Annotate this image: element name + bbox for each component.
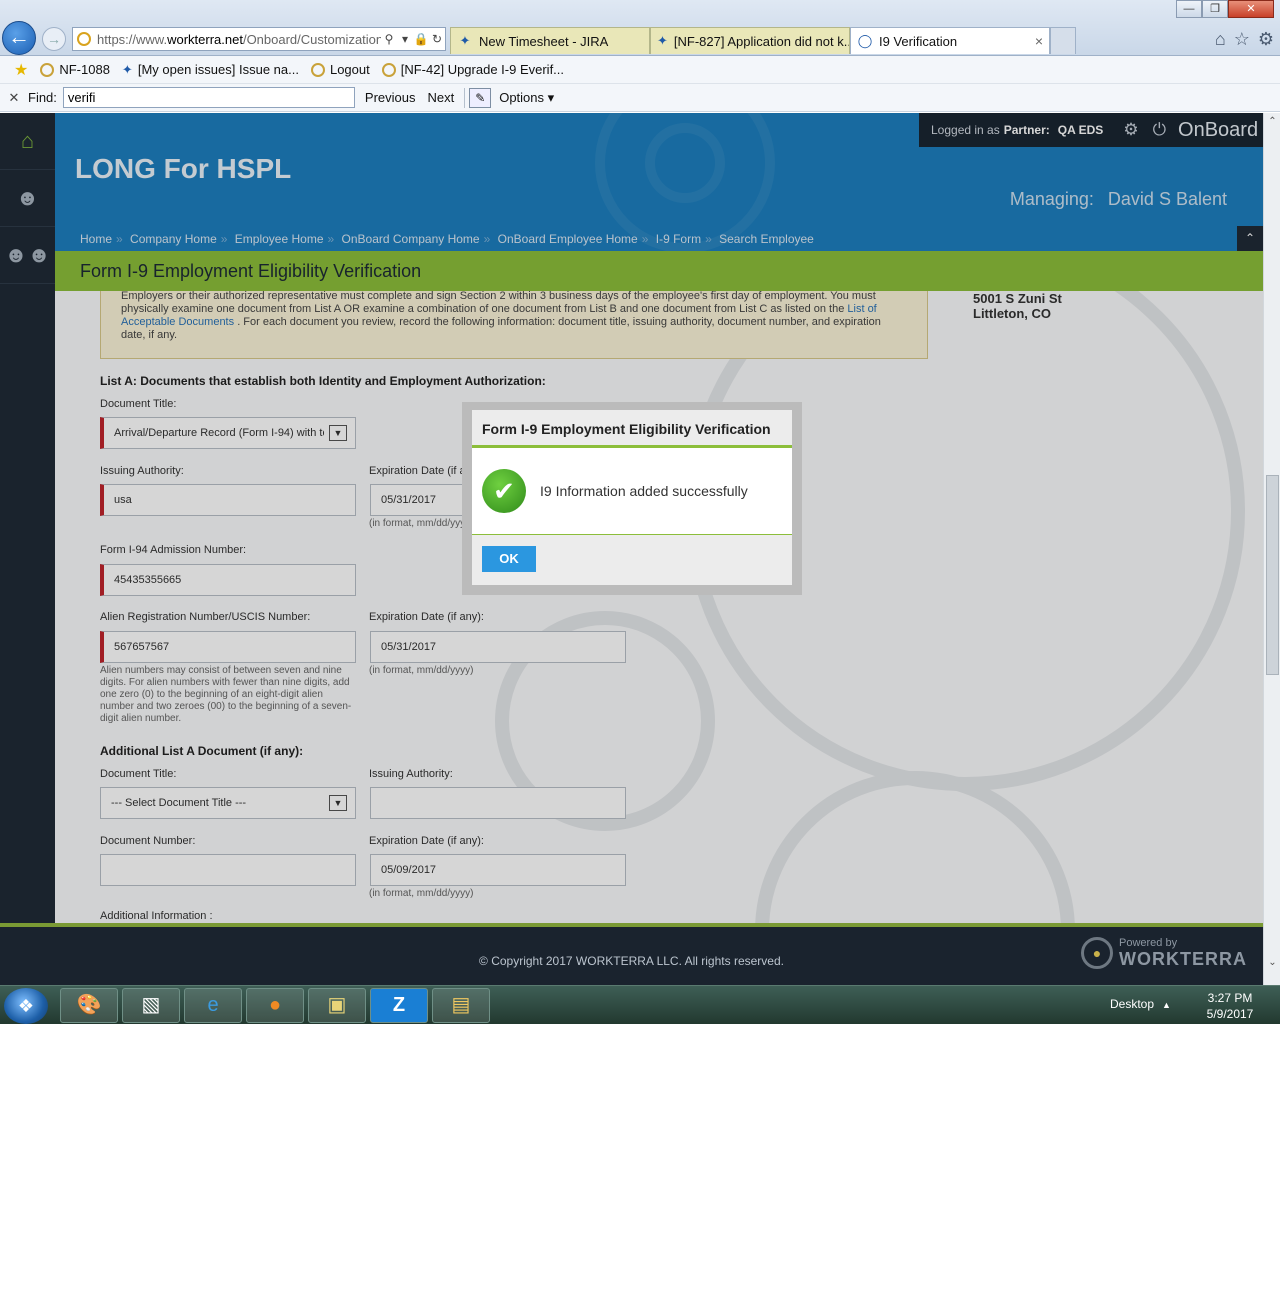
page-icon: ◯ (857, 33, 873, 48)
expand-tray-icon[interactable]: ▲ (1162, 1000, 1171, 1010)
favorite-logout[interactable]: Logout (310, 62, 370, 77)
toolbar-icons: ⌂ ☆ ⚙ (1215, 29, 1274, 50)
paint-app-icon[interactable]: 🎨 (60, 988, 118, 1023)
dialog-title: Form I-9 Employment Eligibility Verifica… (472, 410, 792, 448)
close-window-button[interactable]: ✕ (1228, 0, 1274, 18)
tab-new-timesheet[interactable]: ✦ New Timesheet - JIRA (450, 27, 650, 54)
find-label: Find: (28, 90, 57, 105)
favorite-nf-1088[interactable]: NF-1088 (40, 62, 110, 77)
scroll-up-icon[interactable]: ⌃ (1264, 113, 1280, 130)
tab-nf-827[interactable]: ✦ [NF-827] Application did not k... (650, 27, 850, 54)
close-find-icon[interactable]: ✕ (0, 90, 28, 106)
lock-icon[interactable]: 🔒 (413, 32, 429, 46)
find-input[interactable] (62, 87, 355, 108)
web-page: ⌂ ☻ ☻☻ LONG For HSPL Logged in as Partne… (0, 113, 1263, 985)
divider (464, 87, 466, 108)
screen: ← → https://www.workterra.net/Onboard/Cu… (0, 0, 1280, 1024)
dialog-message: I9 Information added successfully (540, 483, 748, 499)
favorites-add-icon[interactable]: ★ (14, 60, 28, 80)
dialog-body: ✔ I9 Information added successfully (472, 448, 792, 534)
address-bar[interactable]: https://www.workterra.net/Onboard/Custom… (72, 27, 446, 51)
favorite-my-open-issues[interactable]: ✦ [My open issues] Issue na... (122, 62, 299, 78)
site-favicon-icon (77, 32, 91, 46)
system-clock[interactable]: 3:27 PM 5/9/2017 (1200, 990, 1260, 1022)
notes-app-icon[interactable]: ▧ (122, 988, 180, 1023)
favorites-star-icon[interactable]: ☆ (1234, 29, 1250, 50)
favorite-nf-42[interactable]: [NF-42] Upgrade I-9 Everif... (381, 62, 564, 77)
jira-icon: ✦ (121, 61, 133, 77)
modal-frame: Form I-9 Employment Eligibility Verifica… (462, 402, 802, 595)
tab-label: New Timesheet - JIRA (479, 33, 609, 49)
dropdown-arrow-icon[interactable]: ▾ (397, 32, 413, 46)
desktop-toolbar[interactable]: Desktop ▲ (1110, 997, 1171, 1011)
tab-i9-verification[interactable]: ◯ I9 Verification × (850, 27, 1050, 54)
tab-label: I9 Verification (879, 33, 958, 49)
favorites-bar: ★ NF-1088 ✦ [My open issues] Issue na... … (0, 56, 1280, 84)
scroll-down-icon[interactable]: ⌄ (1264, 954, 1280, 971)
gear-icon[interactable]: ⚙ (1258, 29, 1274, 50)
search-icon[interactable]: ⚲ (381, 32, 397, 46)
find-options-button[interactable]: Options ▾ (499, 90, 554, 106)
file-explorer-icon[interactable]: ▤ (432, 988, 490, 1023)
page-icon (381, 62, 396, 77)
sticky-notes-icon[interactable]: ▣ (308, 988, 366, 1023)
scroll-thumb[interactable] (1266, 475, 1279, 675)
tab-label: [NF-827] Application did not k... (673, 33, 850, 49)
page-icon (310, 62, 325, 77)
back-button[interactable]: ← (2, 21, 36, 55)
ok-button[interactable]: OK (482, 546, 536, 572)
jira-icon: ✦ (459, 33, 471, 48)
internet-explorer-icon[interactable]: e (184, 988, 242, 1023)
success-dialog: Form I-9 Employment Eligibility Verifica… (472, 410, 792, 585)
page-footer: © Copyright 2017 WORKTERRA LLC. All righ… (0, 923, 1263, 985)
find-bar: ✕ Find: Previous Next ✎ Options ▾ (0, 84, 1280, 112)
powered-by: ● Powered by WORKTERRA (1081, 937, 1247, 969)
start-button[interactable]: ❖ (4, 988, 48, 1024)
maximize-button[interactable]: ❐ (1202, 0, 1228, 18)
browser-titlebar: ← → https://www.workterra.net/Onboard/Cu… (0, 0, 1280, 56)
windows-taskbar: ❖ 🎨 ▧ e ● ▣ Z ▤ Desktop ▲ 3:27 PM 5/9/201… (0, 985, 1280, 1024)
dialog-footer: OK (472, 534, 792, 585)
minimize-button[interactable]: — (1176, 0, 1202, 18)
copyright-text: © Copyright 2017 WORKTERRA LLC. All righ… (479, 954, 784, 968)
refresh-icon[interactable]: ↻ (429, 32, 445, 46)
page-icon (40, 62, 55, 77)
home-icon[interactable]: ⌂ (1215, 29, 1226, 50)
address-url: https://www.workterra.net/Onboard/Custom… (97, 31, 381, 47)
firefox-icon[interactable]: ● (246, 988, 304, 1023)
zoom-app-icon[interactable]: Z (370, 988, 428, 1023)
new-tab-button[interactable] (1050, 27, 1076, 54)
page-scrollbar[interactable]: ⌃ ⌄ (1263, 113, 1280, 985)
success-check-icon: ✔ (482, 469, 526, 513)
workterra-logo-icon: ● (1081, 937, 1113, 969)
close-tab-icon[interactable]: × (1035, 33, 1043, 49)
find-next-button[interactable]: Next (427, 90, 454, 105)
window-controls: — ❐ ✕ (1176, 0, 1274, 18)
forward-button[interactable]: → (42, 27, 66, 51)
find-previous-button[interactable]: Previous (365, 90, 416, 105)
jira-icon: ✦ (657, 33, 668, 48)
highlight-icon[interactable]: ✎ (469, 87, 492, 108)
